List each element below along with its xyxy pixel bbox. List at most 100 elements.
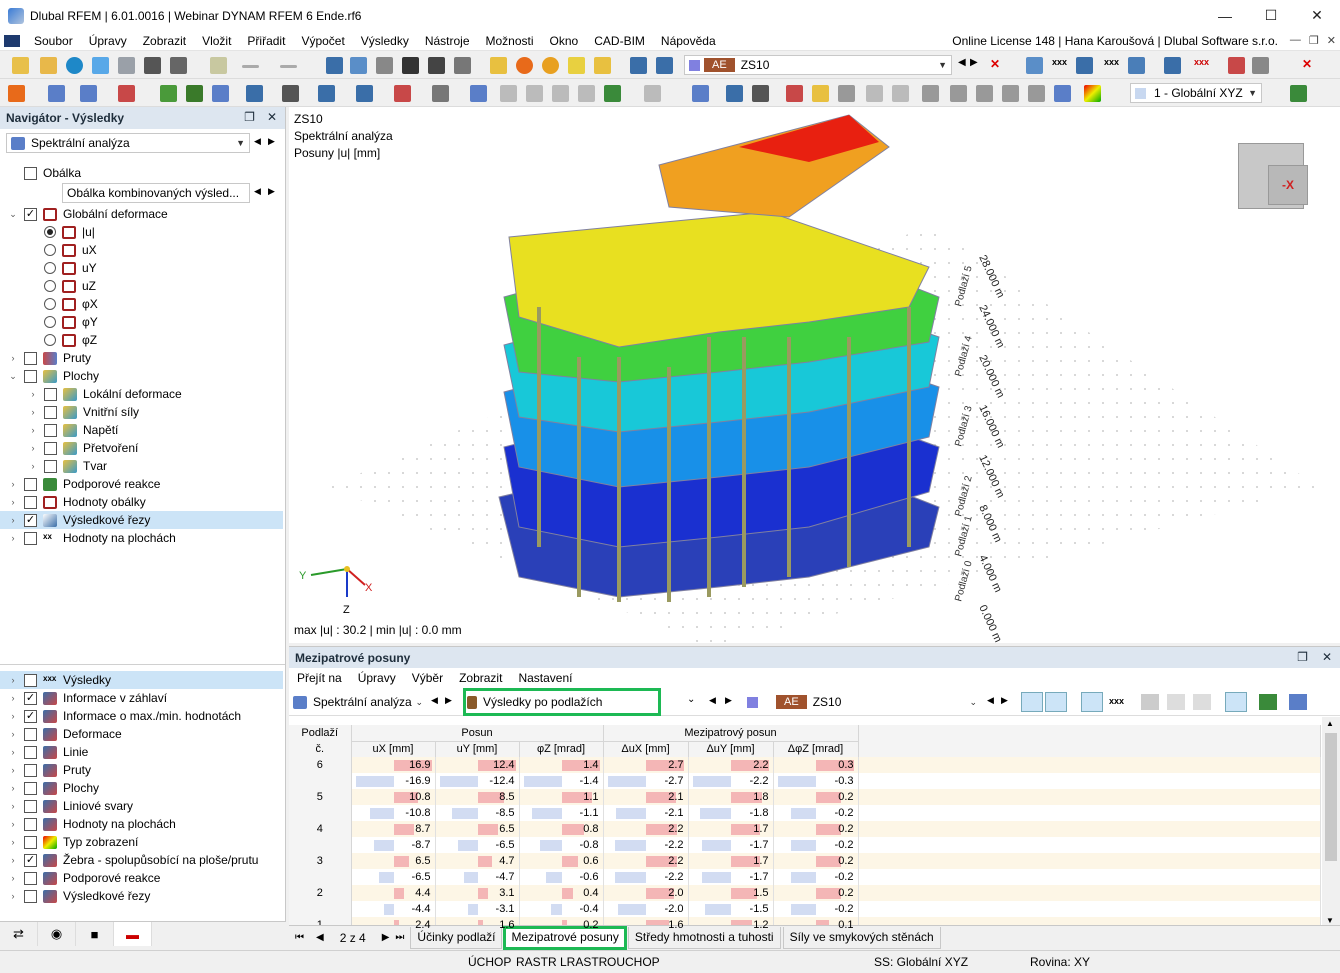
analysis-select[interactable]: Spektrální analýza ▼ (6, 133, 250, 153)
table-row[interactable]: -8.7 -6.5 -0.8 -2.2 -1.7 -0.2 (289, 837, 1321, 853)
result-sections-checkbox[interactable] (24, 513, 37, 527)
radio-u-abs[interactable]: |u| (44, 223, 95, 241)
display-item-result-sections[interactable]: › Výsledkové řezy (8, 887, 151, 905)
radio-phix[interactable]: φX (44, 295, 98, 313)
menu-vypocet[interactable]: Výpočet (293, 34, 352, 48)
tool8-icon[interactable] (892, 85, 909, 102)
wave-icon[interactable] (786, 85, 803, 102)
eye-results-icon[interactable] (1081, 692, 1103, 712)
results-checkbox[interactable] (24, 673, 37, 687)
envelope-select[interactable]: Obálka kombinovaných výsled... (62, 183, 250, 203)
tree-item-surface-values[interactable]: › xx Hodnoty na plochách (8, 529, 176, 547)
table-row[interactable]: 6 16.9 12.4 1.4 2.7 2.2 0.3 (289, 757, 1321, 773)
status-snap[interactable]: ÚCHOP (468, 955, 511, 969)
panel-menu-select[interactable]: Výběr (404, 671, 451, 685)
value-cell[interactable]: -6.5 (435, 837, 520, 853)
value-cell[interactable]: 1.4 (519, 757, 604, 773)
report-icon[interactable] (210, 57, 227, 74)
tool3-icon[interactable] (552, 85, 569, 102)
welds-checkbox[interactable] (24, 799, 37, 813)
results-icon[interactable] (1026, 57, 1043, 74)
table2-icon[interactable] (350, 57, 367, 74)
select-icon[interactable] (8, 85, 25, 102)
undo-icon[interactable] (242, 65, 259, 68)
display-item-display-type[interactable]: › Typ zobrazení (8, 833, 139, 851)
lc-down-icon[interactable] (656, 57, 673, 74)
value-cell[interactable]: 2.0 (603, 885, 689, 901)
tab-views-icon[interactable]: ■ (76, 922, 114, 946)
list-icon[interactable] (454, 57, 471, 74)
tree-item-strain[interactable]: › Přetvoření (28, 439, 139, 457)
chevron-right-icon[interactable]: › (8, 747, 18, 757)
tab-data-icon[interactable]: ⇄ (0, 922, 38, 946)
value-cell[interactable]: -16.9 (351, 773, 436, 789)
lc-up-icon[interactable] (630, 57, 647, 74)
first-page-icon[interactable]: ⏮ (289, 932, 310, 943)
menu-nastroje[interactable]: Nástroje (417, 34, 478, 48)
chevron-right-icon[interactable]: › (8, 675, 18, 685)
tool2-icon[interactable] (526, 85, 543, 102)
prev-page-icon[interactable]: ◀ (310, 932, 330, 943)
model-viewport[interactable]: ZS10 Spektrální analýza Posuny |u| [mm] … (289, 107, 1340, 643)
filter-icon[interactable] (1289, 694, 1307, 710)
stress-checkbox[interactable] (44, 423, 57, 437)
nav-prev-icon[interactable]: ◀ (254, 136, 261, 147)
internal-forces-checkbox[interactable] (44, 405, 57, 419)
display-item-header-info[interactable]: › Informace v záhlaví (8, 689, 168, 707)
menu-vysledky[interactable]: Výsledky (353, 34, 417, 48)
value-cell[interactable]: -1.8 (688, 805, 774, 821)
value-cell[interactable]: 16.9 (351, 757, 436, 773)
res-sections-checkbox[interactable] (24, 889, 37, 903)
chevron-right-icon[interactable]: › (8, 515, 18, 525)
menu-zobrazit[interactable]: Zobrazit (135, 34, 194, 48)
panel-menu-edit[interactable]: Úpravy (350, 671, 404, 685)
filter-icon[interactable] (692, 85, 709, 102)
tool5-icon[interactable] (604, 85, 621, 102)
panel-menu-settings[interactable]: Nastavení (510, 671, 580, 685)
value-cell[interactable]: 8.5 (435, 789, 520, 805)
value-cell[interactable]: 6.5 (435, 821, 520, 837)
lc-prev-icon[interactable]: ◀ (987, 695, 994, 706)
value-cell[interactable]: 0.2 (773, 885, 859, 901)
tool9-icon[interactable] (922, 85, 939, 102)
value-cell[interactable]: 10.8 (351, 789, 436, 805)
cube-minus-x-icon[interactable]: -X (1268, 165, 1308, 205)
value-cell[interactable]: 2.2 (688, 757, 774, 773)
tool7-icon[interactable] (866, 85, 883, 102)
view-next-icon[interactable]: ▶ (725, 695, 732, 706)
value-cell[interactable]: 2.1 (603, 789, 689, 805)
view-iso-icon[interactable] (318, 85, 335, 102)
value-cell[interactable]: -1.7 (688, 869, 774, 885)
tool1-icon[interactable] (500, 85, 517, 102)
table-row[interactable]: -4.4 -3.1 -0.4 -2.0 -1.5 -0.2 (289, 901, 1321, 917)
value-cell[interactable]: -1.5 (688, 901, 774, 917)
view-prev-icon[interactable]: ◀ (709, 695, 716, 706)
film-icon[interactable] (752, 85, 769, 102)
display-item-surfaces[interactable]: › Plochy (8, 779, 100, 797)
table-row[interactable]: -6.5 -4.7 -0.6 -2.2 -1.7 -0.2 (289, 869, 1321, 885)
chevron-right-icon[interactable]: › (8, 801, 18, 811)
table-row[interactable]: 3 6.5 4.7 0.6 2.2 1.7 0.2 (289, 853, 1321, 869)
display-item-surface-values[interactable]: › Hodnoty na plochách (8, 815, 176, 833)
value-cell[interactable]: 4.7 (435, 853, 520, 869)
radio-uz[interactable]: uZ (44, 277, 96, 295)
tool6-icon[interactable] (644, 85, 661, 102)
value-cell[interactable]: -2.0 (603, 901, 689, 917)
tab-interstory-drift[interactable]: Mezipatrové posuny (503, 925, 627, 950)
maximize-button[interactable]: ☐ (1248, 0, 1294, 31)
panel-prev-icon[interactable]: ◀ (431, 695, 438, 706)
panel-close-icon[interactable]: ✕ (1322, 650, 1332, 664)
display-item-support-reactions[interactable]: › Podporové reakce (8, 869, 161, 887)
view-type-select[interactable]: Výsledky po podlažích (463, 688, 661, 716)
next-lc-icon[interactable]: ▶ (970, 57, 987, 74)
solid-icon[interactable] (838, 85, 855, 102)
radio[interactable] (44, 262, 56, 274)
value-cell[interactable]: -0.2 (773, 869, 859, 885)
mdi-close-icon[interactable]: ✕ (1327, 34, 1336, 47)
value-cell[interactable]: -0.4 (519, 901, 604, 917)
value-cell[interactable]: -0.6 (519, 869, 604, 885)
panel-pin-icon[interactable]: ❐ (1297, 650, 1308, 664)
radio[interactable] (44, 226, 56, 238)
value-cell[interactable]: 0.2 (773, 853, 859, 869)
color-scale-icon[interactable] (1084, 85, 1101, 102)
